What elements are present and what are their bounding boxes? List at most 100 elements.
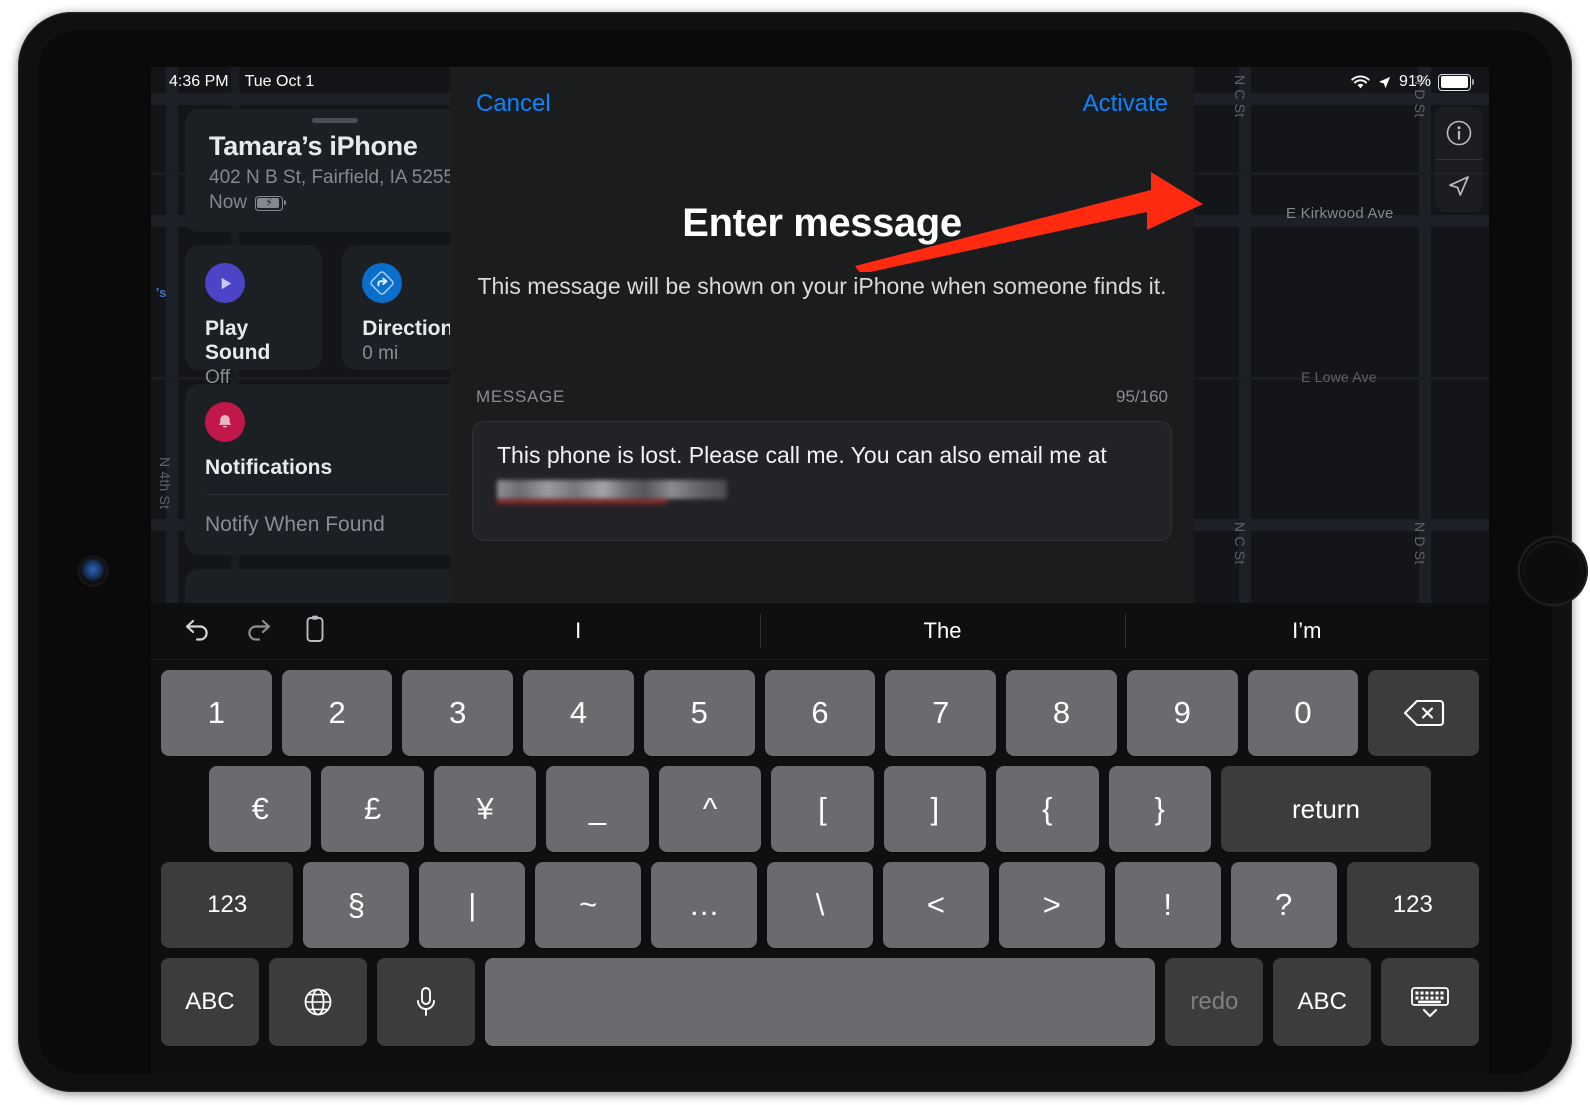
street-label-n-d-st-bottom: N D St bbox=[1412, 522, 1428, 565]
key-euro[interactable]: € bbox=[209, 766, 312, 852]
play-sound-title: Play Sound bbox=[205, 317, 271, 364]
sheet-grabber[interactable] bbox=[312, 118, 358, 123]
play-sound-subtitle: Off bbox=[205, 367, 230, 388]
key-0[interactable]: 0 bbox=[1247, 670, 1359, 756]
map-controls bbox=[1435, 107, 1483, 212]
key-pound[interactable]: £ bbox=[321, 766, 424, 852]
backspace-key[interactable] bbox=[1368, 670, 1480, 756]
key-less-than[interactable]: < bbox=[882, 862, 989, 948]
status-bar-right: 91% bbox=[1351, 73, 1474, 91]
info-button[interactable] bbox=[1435, 107, 1483, 159]
key-7[interactable]: 7 bbox=[885, 670, 997, 756]
home-button[interactable] bbox=[1518, 536, 1588, 606]
play-circle-icon bbox=[205, 263, 245, 303]
key-9[interactable]: 9 bbox=[1126, 670, 1238, 756]
key-question[interactable]: ? bbox=[1230, 862, 1337, 948]
enter-message-sheet: Cancel Activate Enter message This messa… bbox=[450, 67, 1194, 604]
redacted-email-address bbox=[497, 480, 727, 500]
key-yen[interactable]: ¥ bbox=[433, 766, 537, 852]
message-field-header: MESSAGE 95/160 bbox=[450, 387, 1194, 407]
hide-keyboard-icon bbox=[1411, 987, 1449, 1018]
key-section[interactable]: § bbox=[303, 862, 410, 948]
predictive-bar: I The I’m bbox=[151, 603, 1489, 660]
play-sound-action[interactable]: Play Sound Off bbox=[185, 245, 323, 388]
status-battery-percent: 91% bbox=[1398, 73, 1431, 90]
device-address: 402 N B St, Fairfield, IA 52556 bbox=[209, 167, 465, 188]
key-bracket-left[interactable]: [ bbox=[771, 766, 874, 852]
info-circle-icon bbox=[1446, 120, 1472, 146]
key-ellipsis[interactable]: … bbox=[651, 862, 758, 948]
key-3[interactable]: 3 bbox=[402, 670, 514, 756]
backspace-icon bbox=[1403, 699, 1444, 727]
wifi-icon bbox=[1351, 75, 1370, 88]
key-pipe[interactable]: | bbox=[419, 862, 526, 948]
bell-icon bbox=[205, 402, 245, 442]
key-bracket-right[interactable]: ] bbox=[883, 766, 987, 852]
battery-icon bbox=[1438, 73, 1474, 91]
device-name: Tamara’s iPhone bbox=[209, 131, 418, 161]
keyboard-row-1: 1 2 3 4 5 6 7 8 9 0 bbox=[160, 670, 1480, 756]
prediction-cells: I The I’m bbox=[396, 603, 1489, 659]
device-info-header: Tamara’s iPhone 402 N B St, Fairfield, I… bbox=[185, 109, 485, 232]
street-label-e-lowe-ave: E Lowe Ave bbox=[1301, 369, 1377, 385]
location-arrow-icon bbox=[1378, 76, 1391, 88]
character-counter: 95/160 bbox=[1116, 387, 1168, 406]
key-123-left[interactable]: 123 bbox=[161, 862, 294, 948]
redo-key[interactable]: redo bbox=[1165, 958, 1264, 1046]
prediction-2[interactable]: I’m bbox=[1124, 603, 1489, 659]
key-brace-right[interactable]: } bbox=[1108, 766, 1211, 852]
paste-icon[interactable] bbox=[303, 614, 329, 649]
device-actions: Play Sound Off Directions 0 mi bbox=[185, 245, 485, 388]
ipad-device-frame: E Kirkwood Ave E Lowe Ave N C St N D St … bbox=[18, 12, 1588, 1092]
key-8[interactable]: 8 bbox=[1006, 670, 1117, 756]
street-label-e-kirkwood-ave: E Kirkwood Ave bbox=[1286, 205, 1394, 222]
status-date: Tue Oct 1 bbox=[244, 73, 315, 90]
front-camera-icon bbox=[80, 558, 106, 584]
status-bar: 4:36 PM Tue Oct 1 91% bbox=[151, 67, 1489, 97]
status-time: 4:36 PM bbox=[169, 73, 229, 90]
key-123-right[interactable]: 123 bbox=[1346, 862, 1479, 948]
key-6[interactable]: 6 bbox=[764, 670, 876, 756]
notifications-title: Notifications bbox=[205, 456, 333, 479]
device-info-card[interactable]: Tamara’s iPhone 402 N B St, Fairfield, I… bbox=[185, 109, 485, 232]
key-exclamation[interactable]: ! bbox=[1114, 862, 1221, 948]
spacebar[interactable] bbox=[484, 958, 1156, 1046]
message-text: This phone is lost. Please call me. You … bbox=[497, 442, 1107, 468]
undo-icon[interactable] bbox=[183, 616, 213, 647]
return-key[interactable]: return bbox=[1220, 766, 1431, 852]
locate-button[interactable] bbox=[1435, 159, 1483, 212]
ipad-screen: E Kirkwood Ave E Lowe Ave N C St N D St … bbox=[151, 67, 1489, 1077]
key-underscore[interactable]: _ bbox=[546, 766, 649, 852]
prediction-1[interactable]: The bbox=[760, 603, 1124, 659]
message-input[interactable]: This phone is lost. Please call me. You … bbox=[472, 421, 1172, 541]
globe-key[interactable] bbox=[268, 958, 367, 1046]
globe-icon bbox=[304, 988, 332, 1016]
key-abc-right[interactable]: ABC bbox=[1273, 958, 1372, 1046]
status-bar-left: 4:36 PM Tue Oct 1 bbox=[169, 73, 314, 91]
map-poi-label: 's bbox=[156, 285, 167, 300]
key-1[interactable]: 1 bbox=[160, 670, 272, 756]
key-greater-than[interactable]: > bbox=[998, 862, 1105, 948]
dictation-key[interactable] bbox=[376, 958, 475, 1046]
sheet-title: Enter message bbox=[682, 201, 962, 245]
keyboard-tools bbox=[151, 614, 396, 649]
redo-icon[interactable] bbox=[243, 616, 273, 647]
key-brace-left[interactable]: { bbox=[996, 766, 1099, 852]
find-my-panel: Tamara’s iPhone 402 N B St, Fairfield, I… bbox=[185, 109, 485, 629]
notify-when-found-row[interactable]: Notify When Found bbox=[205, 494, 465, 555]
key-4[interactable]: 4 bbox=[523, 670, 634, 756]
key-caret[interactable]: ^ bbox=[658, 766, 762, 852]
prediction-0[interactable]: I bbox=[396, 603, 760, 659]
hide-keyboard-key[interactable] bbox=[1381, 958, 1479, 1046]
keyboard-row-4: ABC redo ABC bbox=[161, 958, 1479, 1046]
key-2[interactable]: 2 bbox=[281, 670, 393, 756]
key-backslash[interactable]: \ bbox=[767, 862, 873, 948]
keyboard-rows: 1 2 3 4 5 6 7 8 9 0 € £ ¥ _ ^ [] {} re… bbox=[151, 660, 1489, 1068]
key-abc-left[interactable]: ABC bbox=[161, 958, 259, 1046]
notifications-card[interactable]: Notifications Notify When Found bbox=[185, 384, 485, 555]
key-5[interactable]: 5 bbox=[643, 670, 755, 756]
device-timestamp: Now bbox=[209, 192, 248, 213]
key-tilde[interactable]: ~ bbox=[535, 862, 642, 948]
screenshot-root: E Kirkwood Ave E Lowe Ave N C St N D St … bbox=[0, 0, 1590, 1105]
keyboard-row-2: € £ ¥ _ ^ [ ] { } return bbox=[161, 766, 1479, 852]
